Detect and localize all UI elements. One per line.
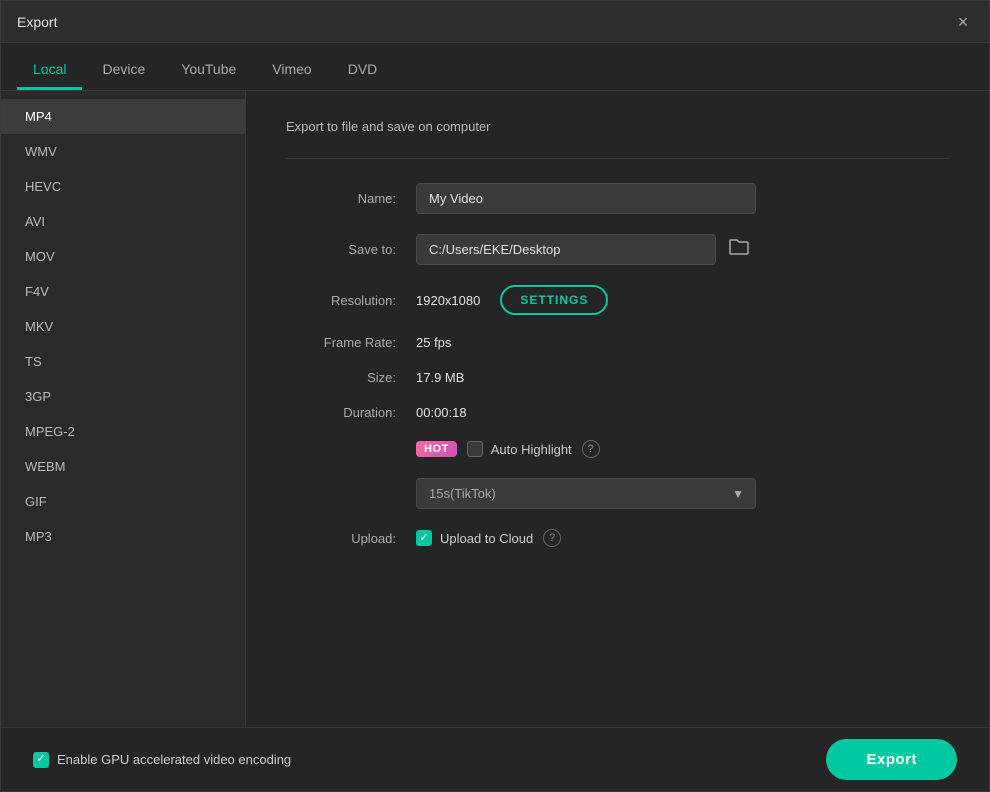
export-dialog: Export × Local Device YouTube Vimeo DVD …: [0, 0, 990, 792]
auto-highlight-checkbox-label[interactable]: Auto Highlight: [467, 441, 572, 457]
gpu-row: Enable GPU accelerated video encoding: [33, 752, 291, 768]
name-input[interactable]: [416, 183, 756, 214]
tab-local[interactable]: Local: [17, 51, 82, 90]
main-area: MP4 WMV HEVC AVI MOV F4V MKV TS 3GP MPEG…: [1, 91, 989, 727]
tab-youtube[interactable]: YouTube: [165, 51, 252, 90]
duration-label: Duration:: [286, 405, 396, 420]
dialog-title: Export: [17, 14, 57, 30]
tiktok-row: 15s(TikTok) ▼: [416, 478, 949, 509]
duration-row: Duration: 00:00:18: [286, 405, 949, 420]
gpu-checkbox-label[interactable]: Enable GPU accelerated video encoding: [33, 752, 291, 768]
size-value: 17.9 MB: [416, 370, 464, 385]
format-sidebar: MP4 WMV HEVC AVI MOV F4V MKV TS 3GP MPEG…: [1, 91, 246, 727]
frame-rate-label: Frame Rate:: [286, 335, 396, 350]
frame-rate-row: Frame Rate: 25 fps: [286, 335, 949, 350]
duration-value: 00:00:18: [416, 405, 467, 420]
hot-badge: HOT: [416, 441, 457, 457]
name-label: Name:: [286, 191, 396, 206]
section-title: Export to file and save on computer: [286, 119, 949, 134]
auto-highlight-checkbox[interactable]: [467, 441, 483, 457]
tab-dvd[interactable]: DVD: [332, 51, 394, 90]
resolution-content: 1920x1080 SETTINGS: [416, 285, 608, 315]
title-bar: Export ×: [1, 1, 989, 43]
frame-rate-value: 25 fps: [416, 335, 451, 350]
sidebar-item-gif[interactable]: GIF: [1, 484, 245, 519]
sidebar-item-webm[interactable]: WEBM: [1, 449, 245, 484]
sidebar-item-mpeg2[interactable]: MPEG-2: [1, 414, 245, 449]
upload-cloud-help-icon[interactable]: ?: [543, 529, 561, 547]
divider: [286, 158, 949, 159]
upload-row: Upload: Upload to Cloud ?: [286, 529, 949, 547]
auto-highlight-help-icon[interactable]: ?: [582, 440, 600, 458]
export-content: Export to file and save on computer Name…: [246, 91, 989, 727]
sidebar-item-ts[interactable]: TS: [1, 344, 245, 379]
browse-folder-button[interactable]: [724, 234, 754, 265]
sidebar-item-hevc[interactable]: HEVC: [1, 169, 245, 204]
save-to-label: Save to:: [286, 242, 396, 257]
sidebar-item-wmv[interactable]: WMV: [1, 134, 245, 169]
sidebar-item-mp3[interactable]: MP3: [1, 519, 245, 554]
upload-cloud-checkbox-label[interactable]: Upload to Cloud: [416, 530, 533, 546]
tab-device[interactable]: Device: [86, 51, 161, 90]
auto-highlight-row: HOT Auto Highlight ?: [286, 440, 949, 458]
sidebar-item-mp4[interactable]: MP4: [1, 99, 245, 134]
save-to-row: Save to:: [286, 234, 949, 265]
auto-highlight-label: Auto Highlight: [491, 442, 572, 457]
path-row: [416, 234, 754, 265]
sidebar-item-avi[interactable]: AVI: [1, 204, 245, 239]
resolution-value: 1920x1080: [416, 293, 480, 308]
gpu-label: Enable GPU accelerated video encoding: [57, 752, 291, 767]
export-button[interactable]: Export: [826, 739, 957, 780]
sidebar-item-mkv[interactable]: MKV: [1, 309, 245, 344]
sidebar-item-f4v[interactable]: F4V: [1, 274, 245, 309]
size-row: Size: 17.9 MB: [286, 370, 949, 385]
resolution-label: Resolution:: [286, 293, 396, 308]
upload-label: Upload:: [286, 531, 396, 546]
sidebar-item-mov[interactable]: MOV: [1, 239, 245, 274]
size-label: Size:: [286, 370, 396, 385]
tab-vimeo[interactable]: Vimeo: [256, 51, 327, 90]
upload-cloud-label: Upload to Cloud: [440, 531, 533, 546]
upload-content: Upload to Cloud ?: [416, 529, 561, 547]
name-row: Name:: [286, 183, 949, 214]
bottom-bar: Enable GPU accelerated video encoding Ex…: [1, 727, 989, 791]
tiktok-select[interactable]: 15s(TikTok): [416, 478, 756, 509]
close-button[interactable]: ×: [953, 12, 973, 32]
settings-button[interactable]: SETTINGS: [500, 285, 608, 315]
resolution-row: Resolution: 1920x1080 SETTINGS: [286, 285, 949, 315]
sidebar-item-3gp[interactable]: 3GP: [1, 379, 245, 414]
tab-bar: Local Device YouTube Vimeo DVD: [1, 43, 989, 91]
upload-cloud-checkbox[interactable]: [416, 530, 432, 546]
tiktok-select-wrapper: 15s(TikTok) ▼: [416, 478, 756, 509]
gpu-checkbox[interactable]: [33, 752, 49, 768]
path-input[interactable]: [416, 234, 716, 265]
auto-highlight-content: HOT Auto Highlight ?: [416, 440, 600, 458]
